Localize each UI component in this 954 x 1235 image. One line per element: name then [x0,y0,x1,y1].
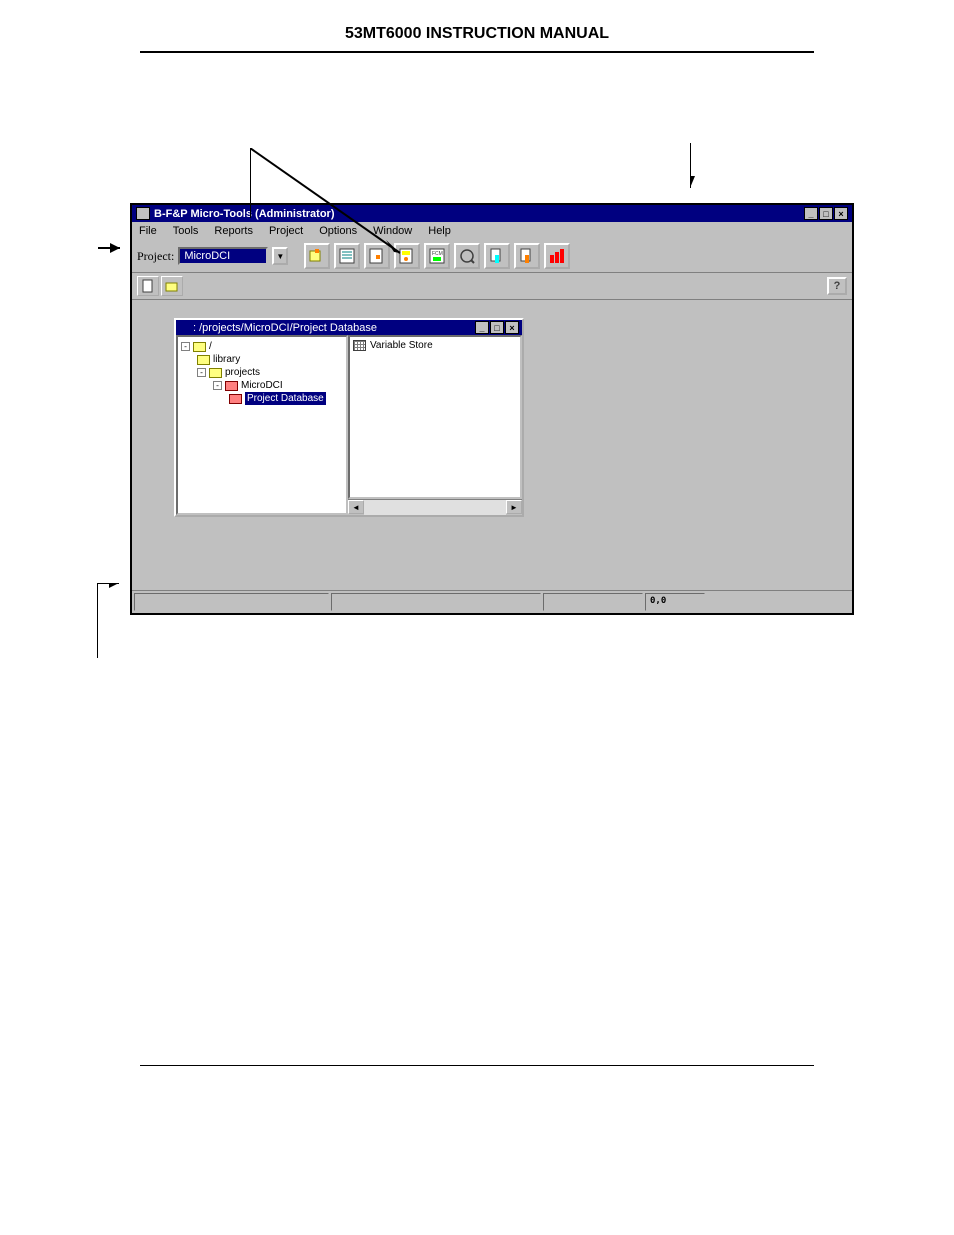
grid-icon [353,340,366,351]
scroll-track[interactable] [364,500,506,515]
statusbar: 0,0 [132,590,852,613]
folder-closed-icon [197,355,210,365]
workspace: : /projects/MicroDCI/Project Database _ … [132,300,852,590]
status-coords: 0,0 [645,593,705,611]
tree-root[interactable]: - / [181,340,343,353]
status-pane-2 [331,593,541,611]
svg-text:FCM: FCM [432,251,443,257]
figure: B-F&P Micro-Tools (Administrator) _ □ × … [130,203,854,615]
list-item-variable-store[interactable]: Variable Store [353,340,517,351]
toolbar-button-6[interactable] [454,243,480,269]
toolbar-button-7[interactable] [484,243,510,269]
toolbar-button-8[interactable] [514,243,540,269]
project-label: Project: [137,249,174,264]
expander-icon[interactable]: - [197,368,206,377]
footer-divider [140,1065,814,1066]
status-pane-3 [543,593,643,611]
main-window: B-F&P Micro-Tools (Administrator) _ □ × … [130,203,854,615]
status-pane-1 [134,593,329,611]
child-close-button[interactable]: × [505,321,519,334]
header-divider [140,51,814,53]
tree-project-database[interactable]: Project Database [181,392,343,405]
child-maximize-button[interactable]: □ [490,321,504,334]
path-icon [179,323,190,333]
folder-open-icon [209,368,222,378]
help-button[interactable]: ? [827,277,847,295]
expander-icon[interactable]: - [213,381,222,390]
child-minimize-button[interactable]: _ [475,321,489,334]
open-file-button[interactable] [161,276,183,296]
menu-tools[interactable]: Tools [166,224,206,238]
tree-panel[interactable]: - / library - projects [176,335,348,515]
folder-red-icon [229,394,242,404]
list-panel[interactable]: Variable Store [348,335,522,499]
secondary-toolbar: ? [132,273,852,300]
tree-project-database-label: Project Database [245,392,326,405]
callout-arrow-top [250,148,430,268]
child-window-title: : /projects/MicroDCI/Project Database [193,322,377,334]
folder-red-icon [225,381,238,391]
tree-microdci[interactable]: - MicroDCI [181,379,343,392]
tree-projects[interactable]: - projects [181,366,343,379]
scroll-left-button[interactable]: ◄ [348,500,364,514]
child-window: : /projects/MicroDCI/Project Database _ … [174,318,524,517]
app-icon [136,207,150,220]
callout-arrow-bottom [97,583,137,693]
page-header: 53MT6000 INSTRUCTION MANUAL [0,0,954,51]
tree-projects-label: projects [225,366,260,379]
tree-root-label: / [209,340,212,353]
tree-library-label: library [213,353,240,366]
horizontal-scrollbar[interactable]: ◄ ► [348,499,522,515]
expander-icon[interactable]: - [181,342,190,351]
callout-arrow-right [690,143,870,263]
tree-microdci-label: MicroDCI [241,379,283,392]
child-titlebar[interactable]: : /projects/MicroDCI/Project Database _ … [176,320,522,335]
tree-library[interactable]: library [181,353,343,366]
new-file-button[interactable] [137,276,159,296]
toolbar-button-9[interactable] [544,243,570,269]
scroll-right-button[interactable]: ► [506,500,522,514]
list-item-label: Variable Store [370,340,433,351]
menu-file[interactable]: File [132,224,164,238]
folder-open-icon [193,342,206,352]
